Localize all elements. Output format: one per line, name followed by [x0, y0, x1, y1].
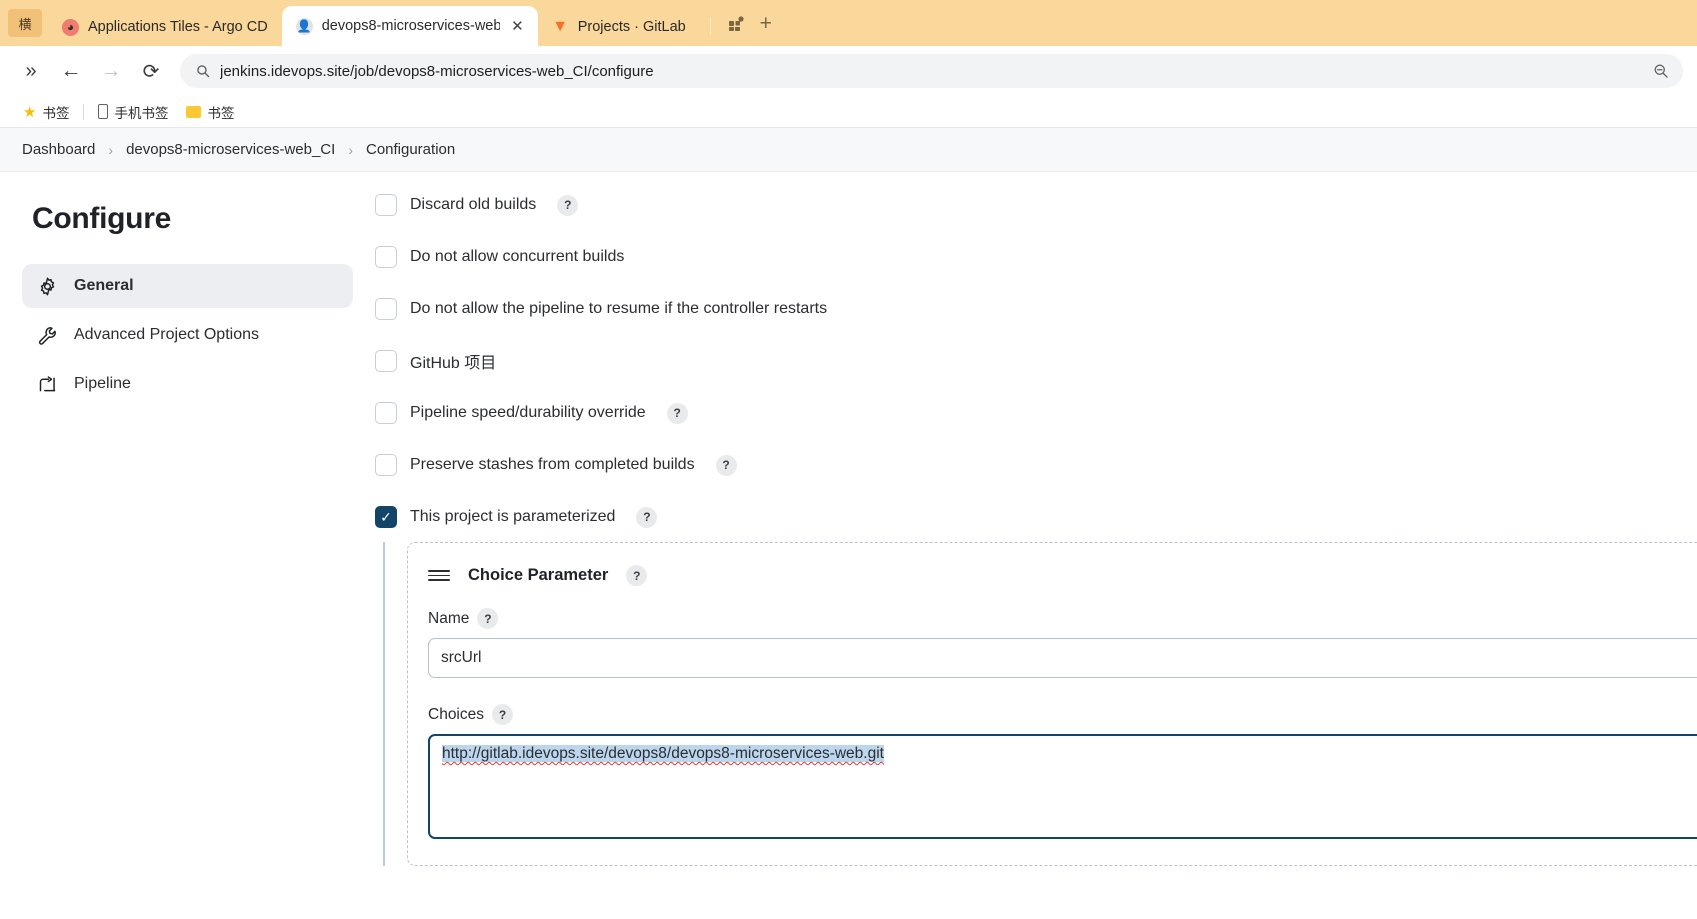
gitlab-favicon: ▼	[552, 18, 569, 35]
choices-selected-text[interactable]: http://gitlab.idevops.site/devops8/devop…	[442, 745, 884, 762]
window-badge-icon[interactable]: 横	[8, 9, 42, 37]
option-label: This project is parameterized	[410, 508, 616, 525]
option-pipeline-speed-durability-override[interactable]: Pipeline speed/durability override ?	[375, 398, 1697, 428]
sidebar-item-label: Advanced Project Options	[74, 326, 259, 343]
chevron-right-icon: ›	[348, 141, 353, 158]
help-icon[interactable]: ?	[666, 402, 688, 424]
breadcrumb-item-job[interactable]: devops8-microservices-web_CI	[120, 141, 341, 158]
search-icon	[196, 64, 210, 78]
pipeline-icon	[36, 373, 58, 395]
option-label: Do not allow the pipeline to resume if t…	[410, 300, 828, 317]
name-field-label-row: Name ?	[428, 608, 1697, 629]
choice-parameter-block: Choice Parameter ? Name ? srcUrl Choices…	[407, 542, 1697, 866]
argocd-favicon: ◕	[62, 18, 79, 36]
help-icon[interactable]: ?	[492, 704, 513, 725]
jenkins-page: Dashboard › devops8-microservices-web_CI…	[0, 128, 1697, 919]
bookmarks-divider	[83, 103, 85, 120]
sidebar-item-general[interactable]: General	[22, 264, 353, 308]
option-discard-old-builds[interactable]: Discard old builds ?	[375, 190, 1697, 220]
checkbox[interactable]	[375, 194, 397, 216]
tab-title: Projects · GitLab	[577, 19, 686, 35]
jenkins-favicon: 👤	[295, 17, 313, 35]
tabbar-divider	[709, 17, 711, 35]
help-icon[interactable]: ?	[626, 565, 648, 586]
option-no-resume-on-restart[interactable]: Do not allow the pipeline to resume if t…	[375, 294, 1697, 324]
sidebar-item-pipeline[interactable]: Pipeline	[22, 362, 353, 406]
page-body: Configure General Advanced Project Optio…	[0, 172, 1697, 919]
sidebar-item-advanced-project-options[interactable]: Advanced Project Options	[22, 313, 353, 357]
chevron-right-icon: ›	[108, 141, 114, 158]
checkbox[interactable]	[375, 454, 397, 476]
back-button[interactable]: ←	[54, 54, 88, 88]
browser-tab-gitlab[interactable]: ▼ Projects · GitLab	[538, 8, 700, 46]
option-label: GitHub 项目	[410, 355, 497, 372]
parameter-choices-textarea[interactable]: http://gitlab.idevops.site/devops8/devop…	[428, 734, 1697, 839]
parameters-container: Choice Parameter ? Name ? srcUrl Choices…	[375, 542, 1697, 866]
browser-tab-bar: 横 ◕ Applications Tiles - Argo CD 👤 devop…	[0, 0, 1697, 46]
bookmarks-bar: ★ 书签 手机书签 书签	[0, 96, 1697, 128]
bookmark-item-0[interactable]: ★ 书签	[14, 99, 78, 125]
bookmark-item-1[interactable]: 手机书签	[89, 99, 177, 125]
help-icon[interactable]: ?	[477, 608, 499, 629]
option-label: Discard old builds	[410, 196, 537, 213]
address-bar[interactable]: jenkins.idevops.site/job/devops8-microse…	[180, 54, 1683, 88]
checkbox[interactable]	[375, 298, 397, 320]
parameter-type-title: Choice Parameter	[468, 566, 609, 584]
tab-grid-icon[interactable]	[721, 9, 751, 39]
choices-label: Choices	[428, 705, 484, 723]
option-no-concurrent-builds[interactable]: Do not allow concurrent builds	[375, 242, 1697, 272]
bookmark-label: 书签	[207, 105, 235, 121]
close-icon[interactable]: ✕	[511, 17, 524, 35]
forward-button[interactable]: →	[94, 54, 128, 88]
choices-field-label-row: Choices ?	[428, 704, 1697, 725]
bookmark-label: 书签	[42, 105, 70, 121]
help-icon[interactable]: ?	[636, 506, 658, 528]
option-project-is-parameterized[interactable]: ✓ This project is parameterized ?	[375, 502, 1697, 532]
configure-form: Discard old builds ? Do not allow concur…	[375, 172, 1697, 919]
help-icon[interactable]: ?	[715, 454, 737, 476]
parameter-name-input[interactable]: srcUrl	[428, 638, 1697, 678]
drag-handle-icon[interactable]	[428, 569, 450, 582]
zoom-out-icon[interactable]	[1653, 63, 1669, 79]
address-bar-url[interactable]: jenkins.idevops.site/job/devops8-microse…	[220, 63, 1643, 80]
tab-title: Applications Tiles - Argo CD	[88, 19, 268, 35]
bookmark-item-2[interactable]: 书签	[177, 99, 243, 125]
checkbox[interactable]	[375, 402, 397, 424]
checkbox[interactable]	[375, 350, 397, 372]
gear-icon	[36, 275, 58, 297]
sidebar-item-label: Pipeline	[74, 375, 131, 392]
parameter-guide-line	[383, 542, 385, 866]
name-label: Name	[428, 609, 470, 627]
browser-tab-jenkins[interactable]: 👤 devops8-microservices-web ✕	[281, 6, 538, 46]
sidebar-item-label: General	[74, 277, 134, 294]
browser-navigation-bar: » ← → ⟳ jenkins.idevops.site/job/devops8…	[0, 46, 1697, 96]
star-icon: ★	[23, 103, 37, 121]
option-label: Pipeline speed/durability override	[410, 404, 646, 421]
breadcrumb-item-dashboard[interactable]: Dashboard	[16, 141, 101, 158]
breadcrumb: Dashboard › devops8-microservices-web_CI…	[0, 128, 1697, 172]
phone-icon	[98, 104, 109, 119]
option-label: Do not allow concurrent builds	[410, 248, 625, 265]
configure-sidebar: Configure General Advanced Project Optio…	[0, 172, 375, 919]
browser-tab-argocd[interactable]: ◕ Applications Tiles - Argo CD	[48, 8, 282, 46]
help-icon[interactable]: ?	[557, 194, 579, 216]
page-title: Configure	[32, 202, 171, 235]
folder-icon	[186, 105, 202, 118]
wrench-icon	[36, 324, 58, 346]
tab-title: devops8-microservices-web	[321, 18, 501, 34]
new-tab-button[interactable]: +	[751, 9, 781, 39]
option-github-project[interactable]: GitHub 项目	[375, 346, 1697, 376]
overflow-chevrons-icon[interactable]: »	[14, 54, 48, 88]
option-label: Preserve stashes from completed builds	[410, 456, 695, 473]
bookmark-label: 手机书签	[114, 105, 169, 121]
checkbox[interactable]: ✓	[375, 506, 397, 528]
reload-button[interactable]: ⟳	[134, 54, 168, 88]
breadcrumb-item-configuration[interactable]: Configuration	[360, 141, 461, 158]
parameter-header: Choice Parameter ?	[428, 565, 1697, 586]
checkbox[interactable]	[375, 246, 397, 268]
option-preserve-stashes[interactable]: Preserve stashes from completed builds ?	[375, 450, 1697, 480]
